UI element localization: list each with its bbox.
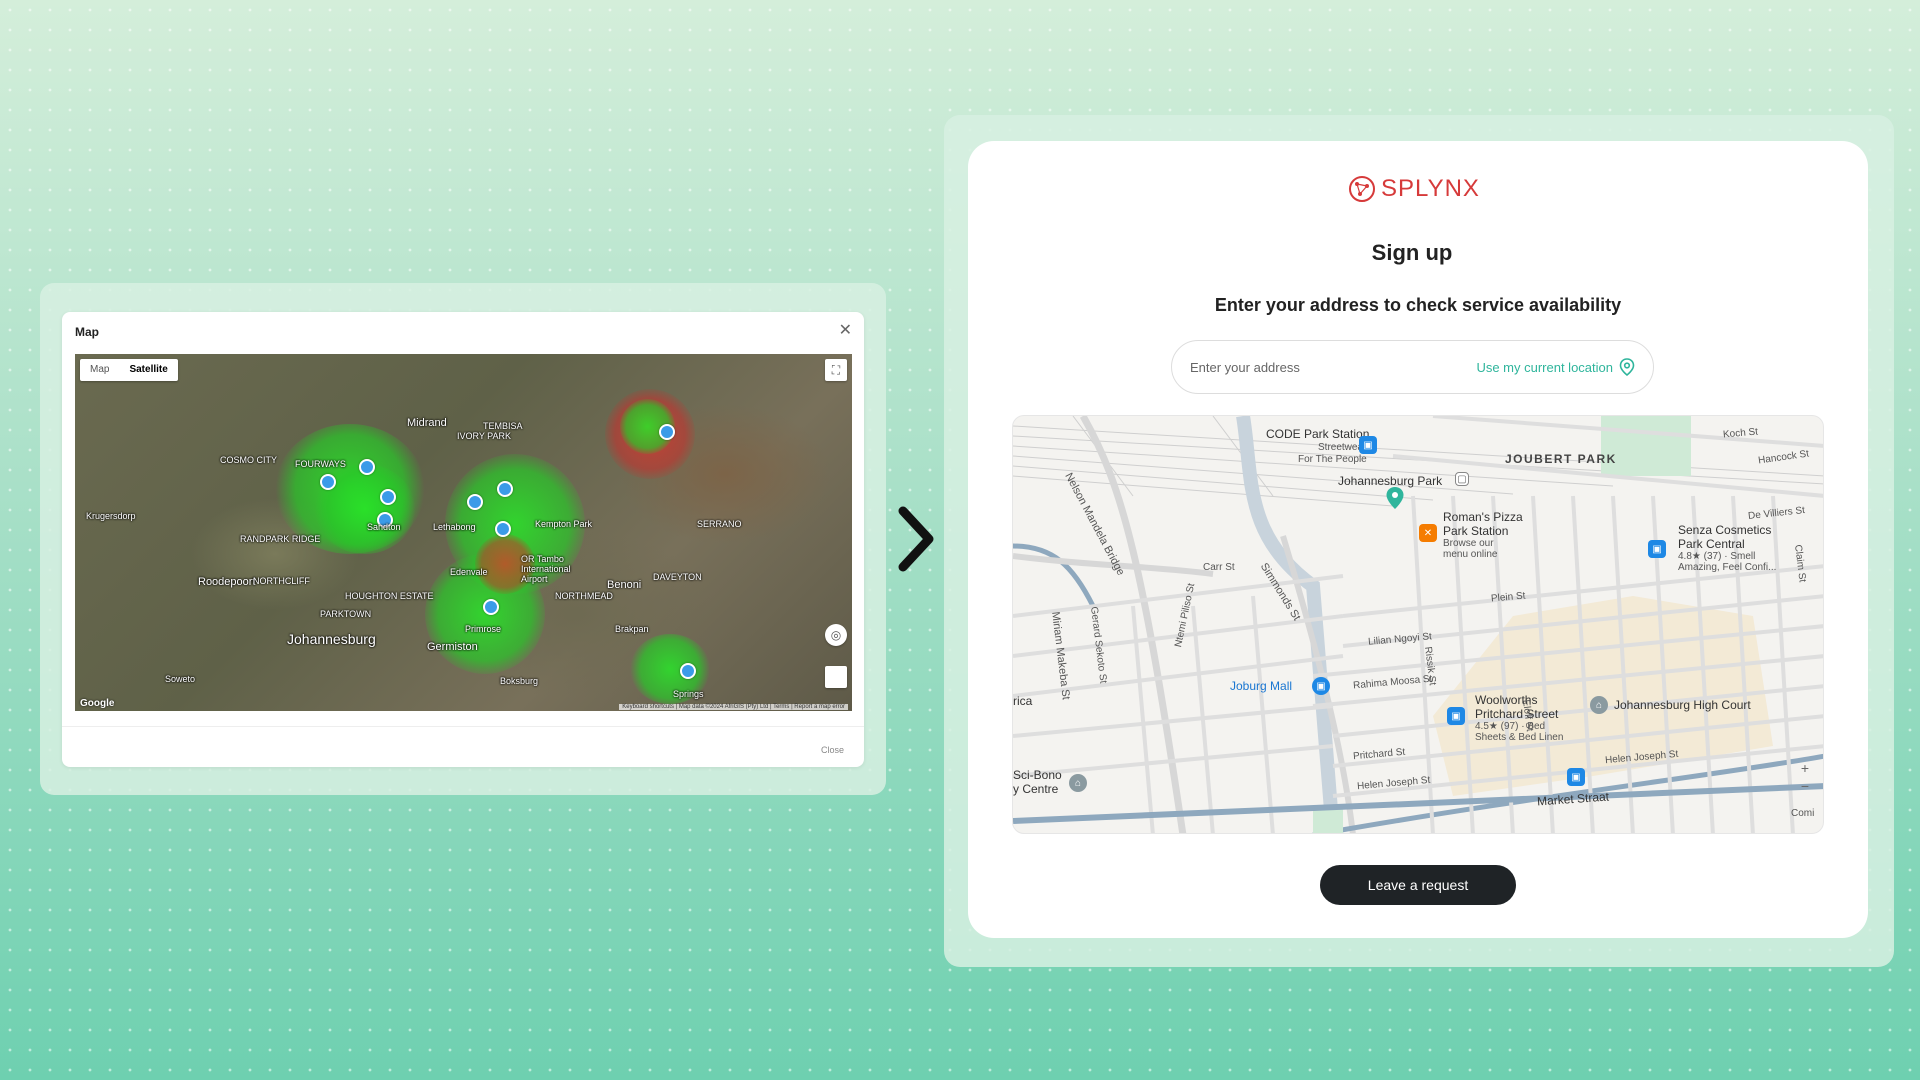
- map-pin-icon[interactable]: [320, 474, 336, 490]
- map-toggle-map[interactable]: Map: [80, 359, 119, 381]
- map-attribution[interactable]: Keyboard shortcuts | Map data ©2024 Afri…: [619, 704, 848, 710]
- page-subtitle: Enter your address to check service avai…: [1214, 295, 1622, 315]
- map-pin-icon[interactable]: [680, 663, 696, 679]
- map-toggle-satellite[interactable]: Satellite: [119, 359, 177, 381]
- poi-label: Sheets & Bed Linen: [1475, 732, 1564, 743]
- fullscreen-icon[interactable]: ⛶: [825, 359, 847, 381]
- map-pin-icon[interactable]: [359, 459, 375, 475]
- map-label: Brakpan: [615, 624, 649, 634]
- close-icon[interactable]: ✕: [839, 320, 852, 340]
- shopping-bag-icon[interactable]: ▣: [1567, 768, 1585, 786]
- poi-label: Park Central: [1678, 537, 1745, 551]
- map-label: PARKTOWN: [320, 609, 372, 619]
- map-label: Benoni: [607, 579, 642, 591]
- logo-text: SPLYNX: [1381, 175, 1480, 202]
- map-pin-icon[interactable]: [483, 599, 499, 615]
- address-input[interactable]: [1190, 359, 1477, 375]
- close-button[interactable]: Close: [821, 745, 844, 755]
- map-dialog-title: Map: [75, 325, 99, 339]
- google-logo: Google: [80, 698, 115, 709]
- street-view-icon[interactable]: ◎: [825, 624, 847, 646]
- map-label: HOUGHTON ESTATE: [345, 591, 434, 601]
- use-current-location-link[interactable]: Use my current location: [1476, 358, 1635, 376]
- poi-label: For The People: [1298, 454, 1367, 465]
- poi-label: menu online: [1443, 549, 1498, 560]
- map-label: Lethabong: [433, 522, 476, 532]
- map-label: Krugersdorp: [86, 511, 136, 521]
- zoom-control: + −: [1795, 759, 1815, 795]
- location-link-label: Use my current location: [1476, 359, 1613, 375]
- leave-request-button[interactable]: Leave a request: [1320, 865, 1516, 905]
- poi-label: Pritchard Street: [1475, 707, 1559, 721]
- zoom-in-icon[interactable]: +: [1795, 759, 1815, 777]
- shopping-bag-icon[interactable]: ▣: [1447, 707, 1465, 725]
- map-pin-icon[interactable]: [467, 494, 483, 510]
- chevron-right-icon: [898, 506, 934, 572]
- district-label: JOUBERT PARK: [1505, 452, 1617, 466]
- landmark-icon[interactable]: ⌂: [1069, 774, 1087, 792]
- signup-card: SPLYNX Sign up Enter your address to che…: [968, 141, 1868, 938]
- location-pin-icon: [1619, 358, 1635, 376]
- poi-label: Sci-Bono: [1013, 768, 1062, 782]
- map-label: Primrose: [465, 624, 502, 634]
- splynx-logo: SPLYNX: [1347, 174, 1480, 204]
- selected-location-pin-icon[interactable]: [1385, 486, 1405, 510]
- map-label: DAVEYTON: [653, 572, 702, 582]
- map-pin-icon[interactable]: [497, 481, 513, 497]
- poi-label: Roman's Pizza: [1443, 510, 1523, 524]
- map-label: TEMBISA: [483, 421, 523, 431]
- street-map[interactable]: CODE Park Station Streetwear For The Peo…: [1012, 415, 1824, 834]
- transit-icon[interactable]: ▢: [1455, 472, 1469, 486]
- map-label: SERRANO: [697, 519, 742, 529]
- map-label: COSMO CITY: [220, 455, 278, 465]
- map-label: Midrand: [407, 417, 447, 429]
- map-label: Roodepoort: [198, 576, 256, 588]
- map-label: IVORY PARK: [457, 431, 512, 441]
- dialog-divider: [62, 726, 864, 727]
- poi-label: Park Station: [1443, 524, 1509, 538]
- page-title: Sign up: [1371, 240, 1453, 265]
- address-field: Use my current location: [1171, 340, 1654, 394]
- satellite-map[interactable]: Midrand IVORY PARK TEMBISA COSMO CITY FO…: [75, 354, 852, 711]
- poi-label: Johannesburg High Court: [1614, 698, 1751, 712]
- map-dialog: Map ✕ Midrand IVORY PARK TEMBISA COSMO C…: [62, 312, 864, 767]
- map-label: OR Tambo International Airport: [521, 554, 571, 584]
- poi-label: Joburg Mall: [1230, 679, 1293, 693]
- zoom-out-icon[interactable]: −: [1795, 777, 1815, 795]
- map-pin-icon[interactable]: [495, 521, 511, 537]
- map-label: Kempton Park: [535, 519, 593, 529]
- map-pin-icon[interactable]: [380, 489, 396, 505]
- shopping-bag-icon[interactable]: ▣: [1312, 677, 1330, 695]
- poi-label: Senza Cosmetics: [1678, 523, 1772, 537]
- poi-label: CODE Park Station: [1266, 427, 1370, 441]
- map-label: Germiston: [427, 641, 478, 653]
- map-label: Soweto: [165, 674, 196, 684]
- map-label-johannesburg: Johannesburg: [287, 631, 376, 647]
- map-label: RANDPARK RIDGE: [240, 534, 321, 544]
- map-control-button[interactable]: [825, 666, 847, 688]
- map-label: Boksburg: [500, 676, 539, 686]
- landmark-icon[interactable]: ⌂: [1590, 696, 1608, 714]
- street-label: Comi: [1791, 808, 1815, 819]
- map-label: NORTHCLIFF: [253, 576, 310, 586]
- poi-label: y Centre: [1013, 782, 1059, 796]
- map-label: Edenvale: [450, 567, 488, 577]
- poi-label: Amazing, Feel Confi...: [1678, 562, 1777, 573]
- splynx-logo-icon: [1349, 176, 1375, 202]
- map-type-toggle: Map Satellite: [80, 359, 178, 381]
- shopping-bag-icon[interactable]: ▣: [1359, 436, 1377, 454]
- poi-label: 4.8★ (37) · Smell: [1678, 551, 1756, 562]
- map-label: NORTHMEAD: [555, 591, 613, 601]
- map-label: Springs: [673, 689, 704, 699]
- restaurant-icon[interactable]: ✕: [1419, 524, 1437, 542]
- street-label: Carr St: [1203, 562, 1235, 573]
- poi-label: rica: [1013, 694, 1033, 708]
- shopping-bag-icon[interactable]: ▣: [1648, 540, 1666, 558]
- map-label: Sandton: [367, 522, 401, 532]
- poi-label: Browse our: [1443, 538, 1494, 549]
- map-pin-icon[interactable]: [659, 424, 675, 440]
- map-label: FOURWAYS: [295, 459, 346, 469]
